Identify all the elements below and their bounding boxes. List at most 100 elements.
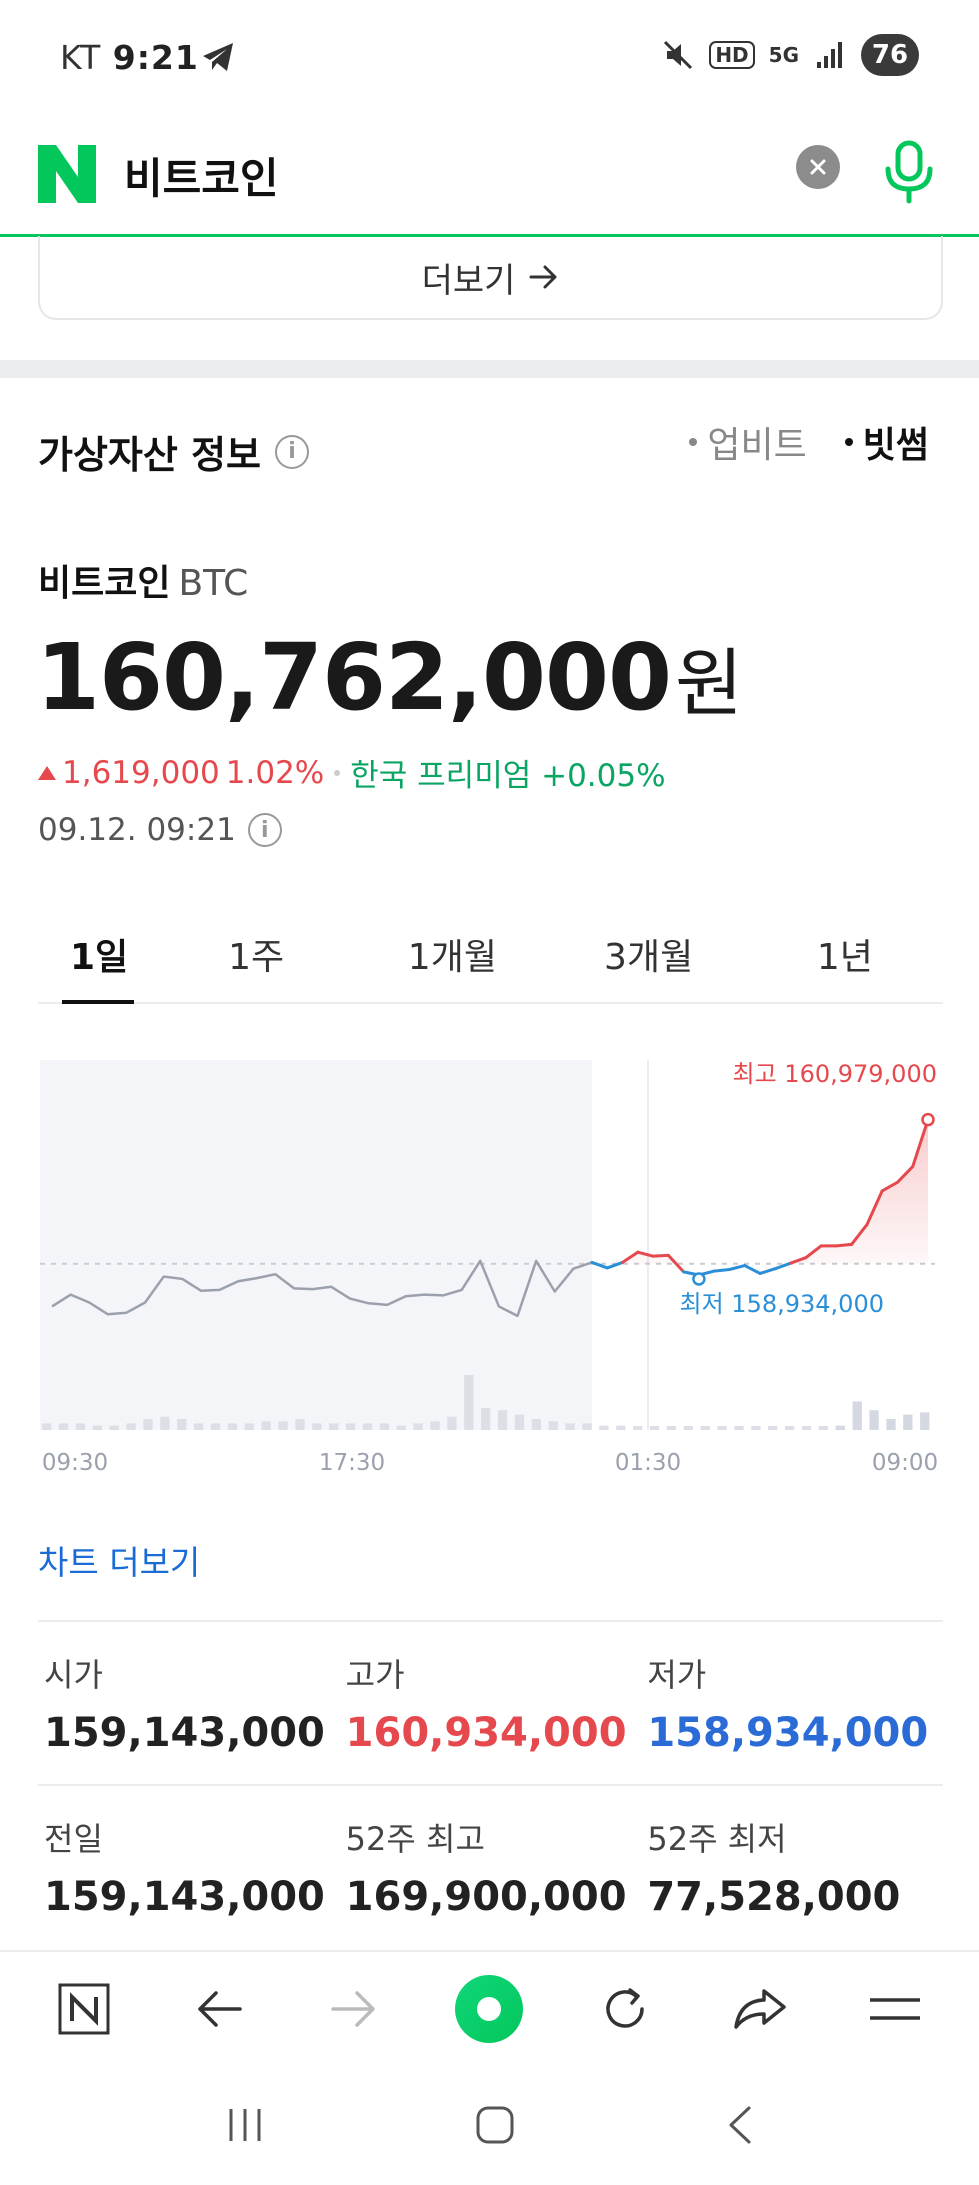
recent-series-segment <box>743 1264 762 1275</box>
refresh-icon <box>606 1987 644 2028</box>
x-tick-label: 01:30 <box>615 1450 681 1476</box>
chart-more-link[interactable]: 차트 더보기 <box>38 1536 200 1584</box>
stat-label: 고가 <box>345 1656 405 1694</box>
stat-value: 159,143,000 <box>44 1874 325 1920</box>
stat-item: 52주 최저 77,528,000 <box>641 1814 943 1920</box>
stat-item: 전일 159,143,000 <box>38 1814 340 1920</box>
battery-indicator: 76 <box>861 34 919 76</box>
tab-1w[interactable]: 1주 <box>158 920 354 1002</box>
coin-name-label: 비트코인 <box>38 563 171 604</box>
recent-series-segment <box>651 1253 670 1258</box>
low-label: 최저 158,934,000 <box>680 1290 884 1318</box>
tab-1d[interactable]: 1일 <box>38 920 158 1004</box>
change-up: 1,619,000 1.02% <box>38 755 324 791</box>
exchange-upbit[interactable]: 업비트 <box>689 416 807 468</box>
exchange-label: 빗썸 <box>862 425 929 466</box>
tab-3m[interactable]: 3개월 <box>551 920 747 1002</box>
carrier-label: KT <box>60 38 102 77</box>
price-chart[interactable]: 최고 160,979,000 최저 158,934,000 09:30 17:30 01… <box>0 1040 979 1480</box>
volume-bar <box>768 1426 778 1430</box>
info-icon[interactable]: i <box>247 813 282 847</box>
status-icons: HD 5G 76 <box>661 34 919 76</box>
coin-name: 비트코인 BTC <box>38 554 248 606</box>
x-tick-label: 17:30 <box>319 1450 385 1476</box>
tab-1m[interactable]: 1개월 <box>354 920 550 1002</box>
volume-bar <box>633 1426 643 1430</box>
volume-bar <box>345 1423 356 1430</box>
volume-bar <box>312 1423 322 1430</box>
volume-bar <box>464 1375 474 1430</box>
section-title-label: 가상자산 정보 <box>38 433 261 477</box>
x-tick-label: 09:30 <box>42 1450 108 1476</box>
refresh-button[interactable] <box>585 1969 665 2049</box>
volume-bar <box>396 1425 406 1430</box>
microphone-icon[interactable] <box>882 139 936 205</box>
arrow-right-icon <box>331 1990 375 2027</box>
stat-item: 시가 159,143,000 <box>38 1650 340 1756</box>
stat-value: 160,934,000 <box>345 1710 627 1756</box>
volume-bar <box>92 1425 102 1430</box>
price-change: 1,619,000 1.02% 한국 프리미엄 +0.05% <box>38 750 666 795</box>
volume-bar <box>126 1423 136 1430</box>
divider <box>38 1784 943 1786</box>
volume-bar <box>329 1423 339 1430</box>
volume-bar <box>785 1426 795 1430</box>
forward-button[interactable] <box>314 1969 394 2049</box>
volume-bar <box>565 1423 575 1430</box>
stat-label: 52주 최저 <box>647 1820 787 1858</box>
exchange-bithumb[interactable]: 빗썸 <box>844 416 929 468</box>
clear-search-button[interactable] <box>796 145 840 189</box>
search-query[interactable]: 비트코인 <box>124 145 279 206</box>
network-5g-icon: 5G <box>768 43 799 67</box>
browser-toolbar <box>0 1950 979 2065</box>
volume-bar <box>869 1410 879 1430</box>
stat-value: 77,528,000 <box>647 1874 901 1920</box>
volume-bar <box>177 1419 187 1430</box>
volume-bar <box>818 1426 829 1430</box>
volume-bar <box>261 1421 271 1430</box>
volume-bar <box>582 1423 592 1430</box>
volume-bar <box>379 1423 390 1430</box>
high-label: 최고 160,979,000 <box>733 1060 937 1088</box>
volume-bar <box>531 1419 542 1430</box>
volume-bar <box>835 1425 845 1430</box>
info-icon[interactable]: i <box>275 434 309 469</box>
more-button[interactable]: 더보기 <box>38 236 943 320</box>
recent-series-segment <box>758 1267 777 1275</box>
volume-bar <box>683 1426 693 1430</box>
status-bar: KT 9:21 HD 5G 76 <box>0 0 979 115</box>
timestamp: 09.12. 09:21 i <box>38 812 282 848</box>
home-icon[interactable] <box>474 2104 516 2146</box>
volume-bar <box>362 1423 373 1430</box>
volume-bar <box>649 1426 660 1430</box>
back-button[interactable] <box>179 1969 259 2049</box>
volume-bar <box>42 1423 52 1430</box>
volume-bar <box>295 1419 305 1430</box>
menu-button[interactable] <box>855 1969 935 2049</box>
stat-item: 저가 158,934,000 <box>641 1650 943 1756</box>
system-back-icon[interactable] <box>725 2104 755 2146</box>
volume-bar <box>143 1419 153 1430</box>
recent-apps-icon[interactable] <box>225 2107 265 2143</box>
tab-1y[interactable]: 1년 <box>747 920 943 1002</box>
green-dot-button[interactable] <box>449 1969 529 2049</box>
stats-row-1: 시가 159,143,000 고가 160,934,000 저가 158,934,000 <box>38 1650 943 1756</box>
recent-series-segment <box>712 1268 731 1273</box>
stat-value: 169,900,000 <box>345 1874 627 1920</box>
recent-series-segment <box>727 1264 747 1271</box>
recent-series-segment <box>834 1242 854 1248</box>
stat-value: 158,934,000 <box>647 1710 929 1756</box>
stat-item: 고가 160,934,000 <box>340 1650 642 1756</box>
past-period-background <box>40 1060 592 1430</box>
close-icon <box>810 159 826 175</box>
divider <box>38 1620 943 1622</box>
naver-logo-icon[interactable] <box>38 145 96 203</box>
volume-bar <box>920 1412 930 1430</box>
volume-bar <box>210 1423 221 1430</box>
naver-home-button[interactable] <box>44 1969 124 2049</box>
section-title: 가상자산 정보 i <box>38 424 309 479</box>
share-button[interactable] <box>720 1969 800 2049</box>
green-dot-icon <box>455 1974 524 2043</box>
more-button-label: 더보기 <box>421 260 516 301</box>
stat-label: 저가 <box>647 1656 707 1694</box>
